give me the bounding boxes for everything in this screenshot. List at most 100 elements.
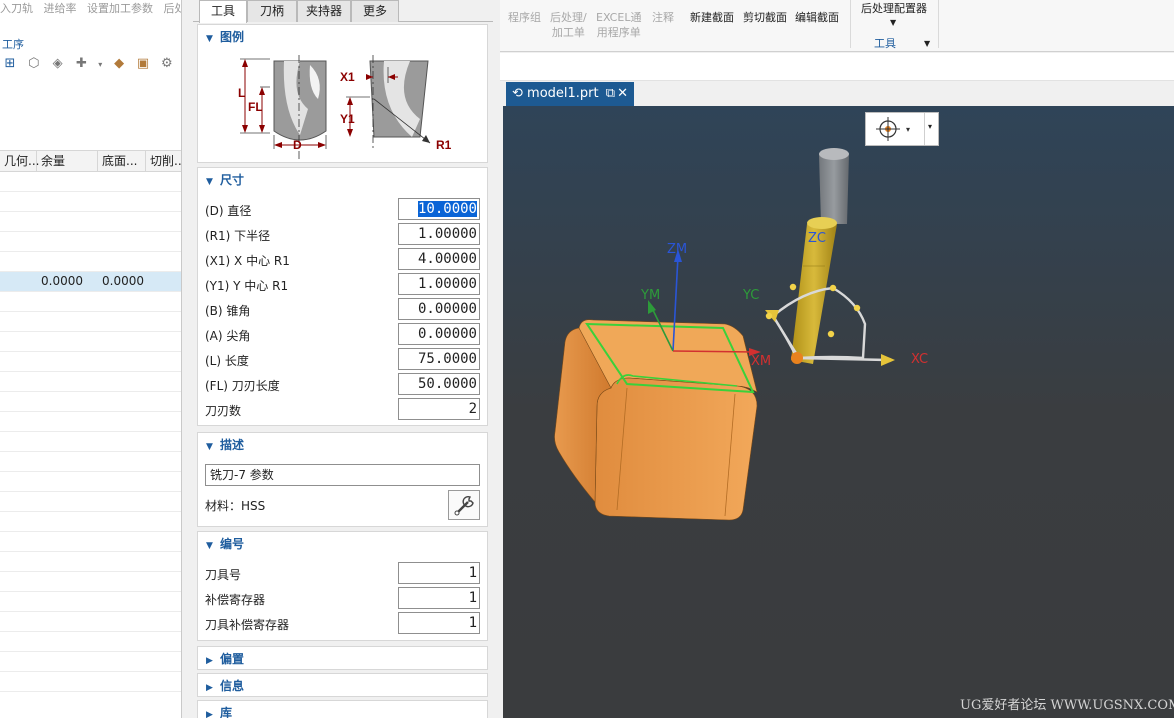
excel-program-sheet-button[interactable]: EXCEL通 用程序单 [596, 10, 641, 40]
table-row[interactable] [0, 292, 181, 312]
table-row[interactable] [0, 212, 181, 232]
info-header[interactable]: ▶ 信息 [198, 674, 487, 698]
taper-angle-input[interactable]: 0.00000 [398, 298, 480, 320]
gear-icon[interactable]: ⚙ [157, 56, 177, 71]
flutes-input[interactable]: 2 [398, 398, 480, 420]
table-row[interactable] [0, 372, 181, 392]
table-row[interactable] [0, 612, 181, 632]
table-row[interactable] [0, 672, 181, 692]
feature-icon[interactable]: ◈ [48, 56, 68, 71]
add-icon[interactable]: ✚ [71, 56, 91, 71]
col-floor[interactable]: 底面... [98, 151, 146, 171]
offset-header[interactable]: ▶ 偏置 [198, 647, 487, 671]
table-row[interactable] [0, 532, 181, 552]
table-row[interactable] [0, 572, 181, 592]
library-section[interactable]: ▶ 库 [197, 700, 488, 718]
operation-icon-row: ⊞ ⬡ ◈ ✚ ▾ ◆ ▣ ⚙ [0, 56, 181, 78]
post-process-button[interactable]: 后处理/ 加工单 [550, 10, 587, 40]
table-row[interactable] [0, 432, 181, 452]
cutcom-register-input[interactable]: 1 [398, 612, 480, 634]
new-section-button[interactable]: 新建截面 [690, 10, 734, 25]
info-section[interactable]: ▶ 信息 [197, 673, 488, 697]
close-icon[interactable]: ✕ [617, 82, 628, 106]
field-lower-radius: (R1) 下半径 1.00000 [198, 223, 487, 245]
tip-angle-input[interactable]: 0.00000 [398, 323, 480, 345]
col-stock[interactable]: 余量 [37, 151, 98, 171]
group-menu-icon[interactable]: ▼ [924, 36, 930, 51]
table-row[interactable] [0, 652, 181, 672]
ribbon-separator [938, 0, 939, 48]
field-x-center: (X1) X 中心 R1 4.00000 [198, 248, 487, 270]
material-select-button[interactable] [448, 490, 480, 520]
diameter-label: (D) 直径 [205, 204, 252, 218]
adjust-register-input[interactable]: 1 [398, 587, 480, 609]
illustration-header[interactable]: ▼ 图例 [198, 25, 487, 49]
table-row[interactable] [0, 352, 181, 372]
menu-post[interactable]: 后处理 [164, 0, 182, 16]
popout-icon[interactable]: ⧉ [606, 86, 615, 101]
table-row[interactable] [0, 452, 181, 472]
description-input[interactable]: 铣刀-7 参数 [205, 464, 480, 486]
table-row[interactable] [0, 172, 181, 192]
table-row[interactable] [0, 592, 181, 612]
chevron-down-icon[interactable]: ▾ [928, 122, 932, 131]
file-tab[interactable]: ⟲ model1.prt ⧉ ✕ [506, 82, 634, 106]
collapse-arrow-icon: ▼ [206, 34, 213, 44]
table-row[interactable] [0, 412, 181, 432]
crosshair-icon: ▾ [876, 117, 910, 141]
lower-radius-input[interactable]: 1.00000 [398, 223, 480, 245]
post-configurator-button[interactable]: 后处理配置器 [861, 1, 927, 16]
menu-set-params[interactable]: 设置加工参数 [87, 0, 153, 16]
table-row[interactable] [0, 252, 181, 272]
expand-arrow-icon: ▶ [206, 710, 213, 718]
table-row[interactable] [0, 192, 181, 212]
edit-section-button[interactable]: 编辑截面 [795, 10, 839, 25]
chevron-down-icon[interactable]: ▼ [890, 15, 896, 30]
library-header[interactable]: ▶ 库 [198, 701, 487, 718]
y-center-input[interactable]: 1.00000 [398, 273, 480, 295]
table-row-selected[interactable]: 0.0000 0.0000 [0, 272, 181, 292]
table-row[interactable] [0, 332, 181, 352]
table-row[interactable] [0, 632, 181, 652]
x-center-label: (X1) X 中心 R1 [205, 254, 290, 268]
menu-feeds[interactable]: 进给率 [44, 0, 77, 16]
numbering-header[interactable]: ▼ 编号 [198, 532, 487, 556]
tool-number-input[interactable]: 1 [398, 562, 480, 584]
menu-generate-path[interactable]: 入刀轨 [0, 0, 33, 16]
select-icon[interactable]: ⊞ [0, 56, 20, 71]
x-center-input[interactable]: 4.00000 [398, 248, 480, 270]
diameter-input[interactable]: 10.0000 [398, 198, 480, 220]
tab-tool[interactable]: 工具 [199, 0, 247, 23]
tab-more[interactable]: 更多 [351, 0, 399, 22]
table-row[interactable] [0, 312, 181, 332]
description-header[interactable]: ▼ 描述 [198, 433, 487, 457]
table-row[interactable] [0, 232, 181, 252]
program-group-button[interactable]: 程序组 [508, 10, 541, 25]
table-row[interactable] [0, 392, 181, 412]
table-row[interactable] [0, 552, 181, 572]
col-geometry[interactable]: 几何... [0, 151, 39, 171]
table-row[interactable] [0, 472, 181, 492]
col-cut[interactable]: 切削... [146, 151, 181, 171]
ribbon-separator [850, 0, 851, 48]
flute-length-input[interactable]: 50.0000 [398, 373, 480, 395]
snap-point-button[interactable]: ▾ ▾ [865, 112, 939, 146]
graphics-viewport[interactable]: ZM YM XM ZC YC XC ▾ ▾ UG爱好者论坛 WWW.UGSNX.… [503, 106, 1174, 718]
collapse-arrow-icon: ▼ [206, 177, 213, 187]
axis-label-zc: ZC [808, 231, 826, 246]
table-row[interactable] [0, 492, 181, 512]
numbering-section: ▼ 编号 刀具号 1 补偿寄存器 1 刀具补偿寄存器 1 [197, 531, 488, 641]
dimensions-header[interactable]: ▼ 尺寸 [198, 168, 487, 192]
dropdown-icon[interactable]: ▾ [95, 60, 105, 69]
length-input[interactable]: 75.0000 [398, 348, 480, 370]
expand-arrow-icon: ▶ [206, 683, 213, 693]
block-icon[interactable]: ◆ [109, 56, 129, 71]
tab-holder[interactable]: 刀柄 [247, 0, 297, 22]
table-row[interactable] [0, 512, 181, 532]
offset-section[interactable]: ▶ 偏置 [197, 646, 488, 670]
hexagon-icon[interactable]: ⬡ [24, 56, 44, 71]
clip-section-button[interactable]: 剪切截面 [743, 10, 787, 25]
tab-clamp[interactable]: 夹持器 [297, 0, 351, 22]
annotation-button[interactable]: 注释 [652, 10, 674, 25]
cube-icon[interactable]: ▣ [133, 56, 153, 71]
